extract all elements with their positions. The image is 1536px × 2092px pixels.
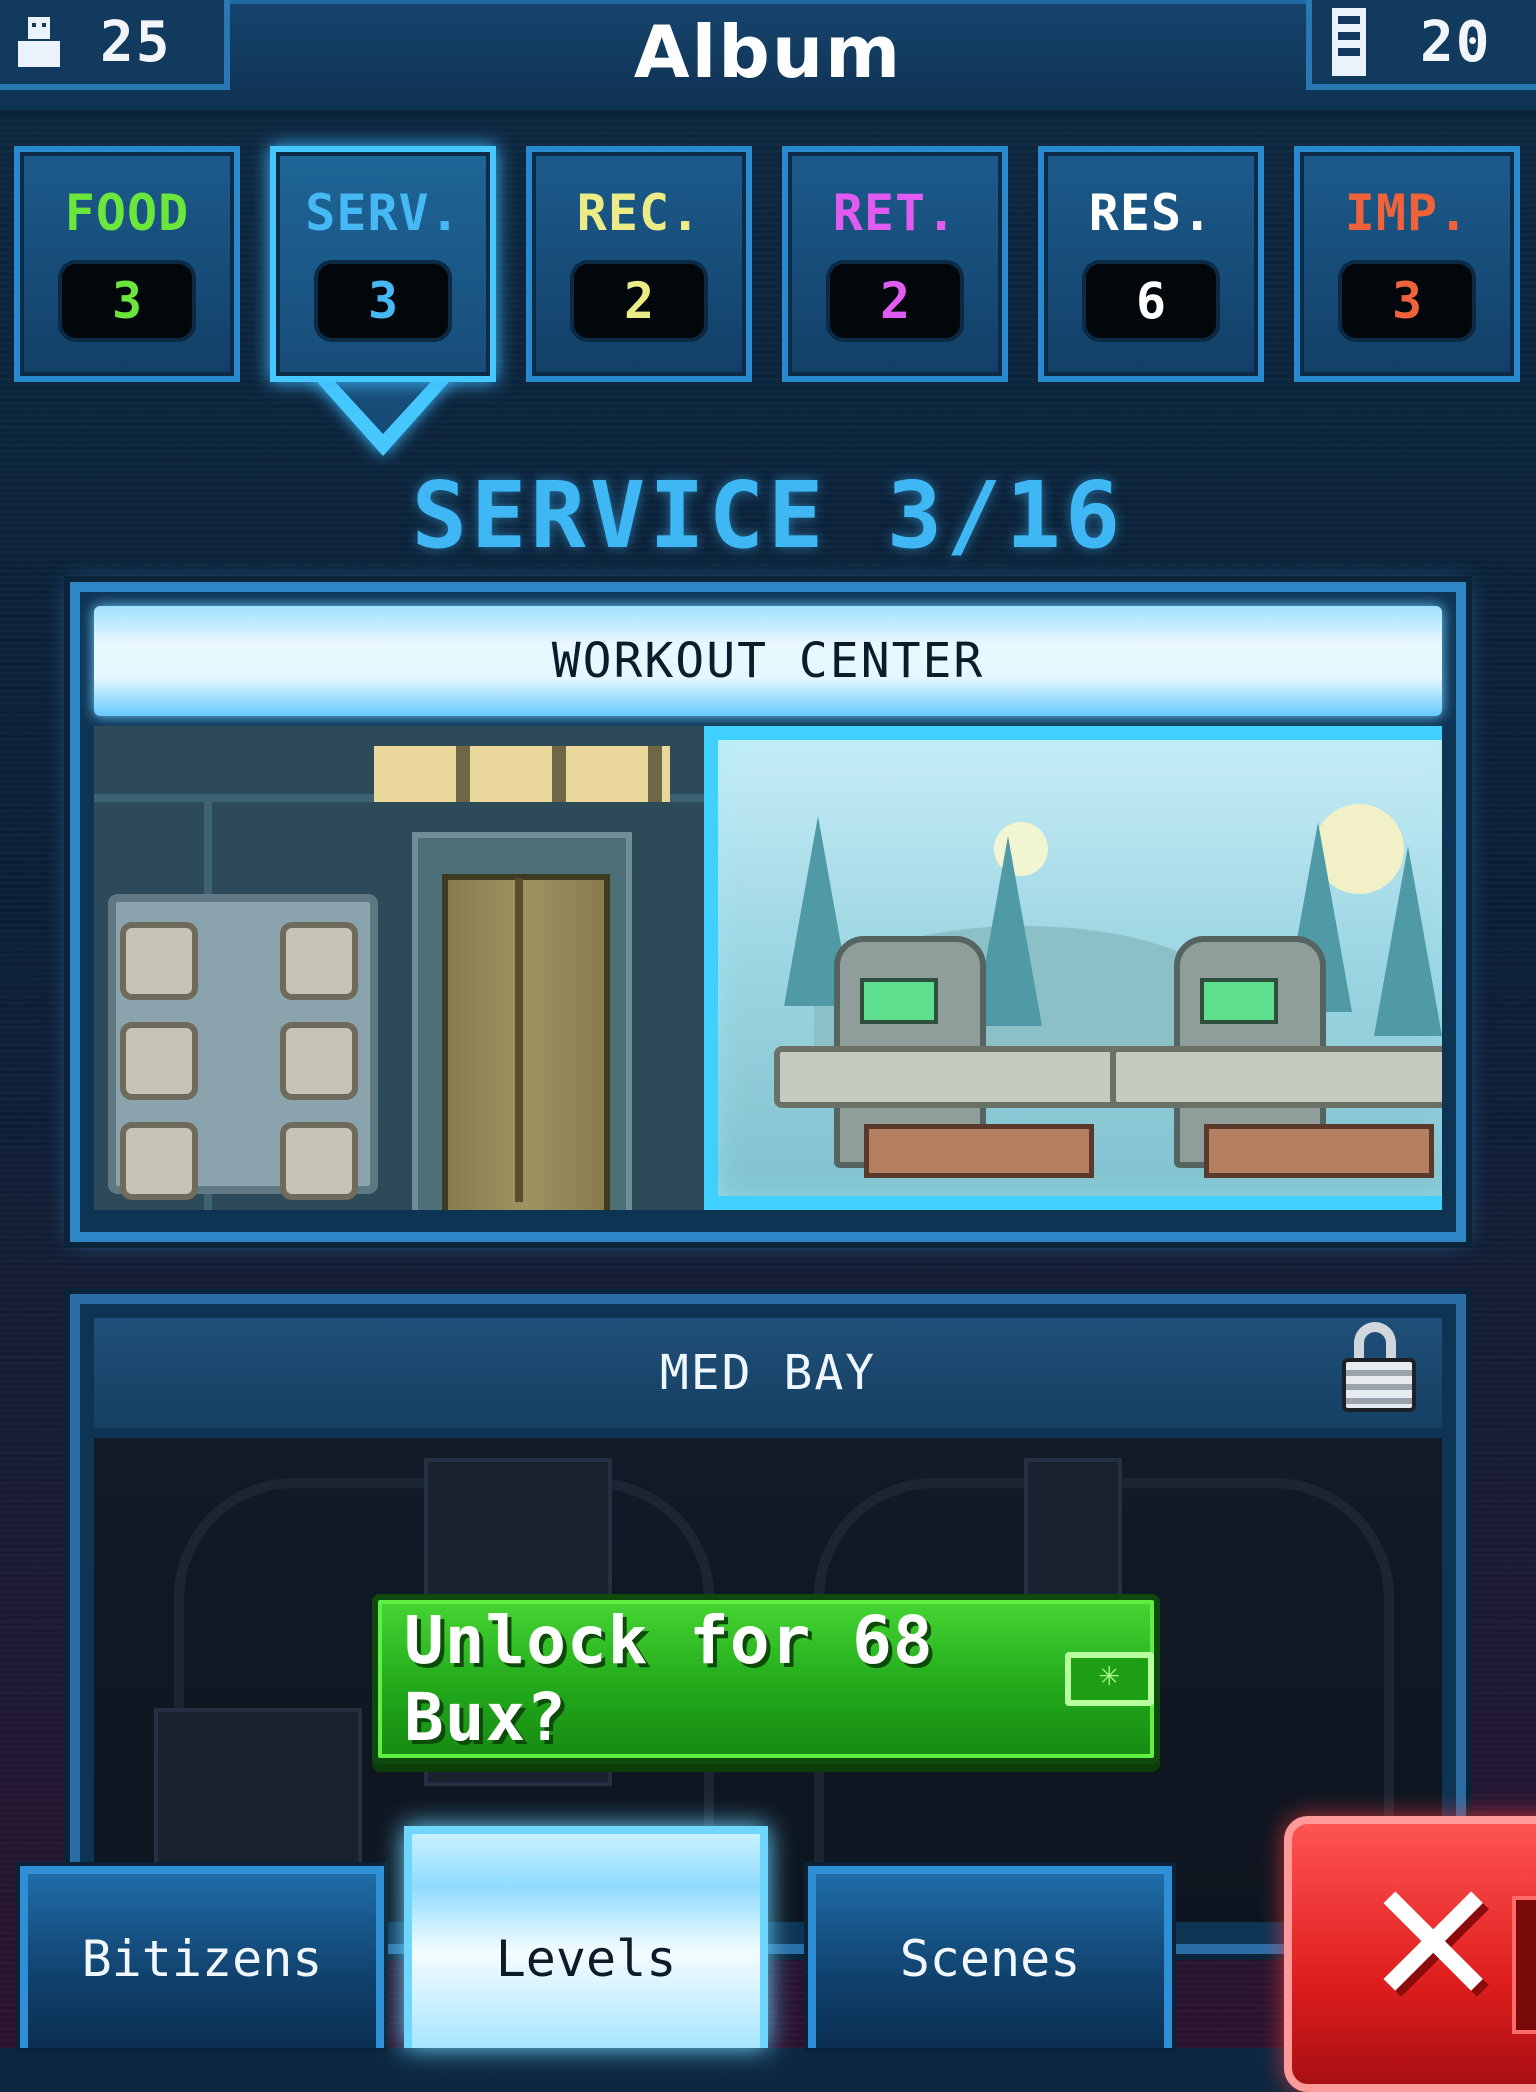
tab-retail[interactable]: RET. 2: [782, 146, 1008, 386]
tab-label: RES.: [1088, 184, 1214, 242]
elevator-door-seam: [515, 878, 523, 1202]
room-card-workout-center[interactable]: WORKOUT CENTER: [70, 582, 1466, 1242]
unlock-label: Unlock for 68 Bux?: [404, 1602, 934, 1756]
pine-tree: [1374, 846, 1442, 1036]
elevator-door: [442, 874, 610, 1210]
tab-count: 2: [574, 264, 704, 338]
ceiling-lights: [374, 746, 670, 802]
tab-residential[interactable]: RES. 6: [1038, 146, 1264, 386]
tab-count: 3: [62, 264, 192, 338]
weight-plate: [280, 1022, 358, 1100]
unlock-button[interactable]: Unlock for 68 Bux?: [372, 1594, 1160, 1764]
tab-scenes[interactable]: Scenes: [808, 1866, 1172, 2048]
floor-counter: 20: [1306, 0, 1536, 90]
active-tab-pointer-inner: [328, 374, 438, 434]
tab-food[interactable]: FOOD 3: [14, 146, 240, 386]
tab-service[interactable]: SERV. 3: [270, 146, 496, 456]
tab-label: RET.: [832, 184, 958, 242]
floor-count: 20: [1420, 9, 1492, 75]
tab-count: 2: [830, 264, 960, 338]
weight-plate: [280, 1122, 358, 1200]
top-bar: 25 Album 20: [0, 0, 1536, 116]
room-scene-workout: [94, 726, 1442, 1210]
tab-label: FOOD: [64, 184, 190, 242]
tab-count: 3: [1342, 264, 1472, 338]
weight-plate: [120, 922, 198, 1000]
close-button-stripe: [1512, 1896, 1536, 2034]
dumbbell: [1110, 1046, 1442, 1108]
category-tabs: FOOD 3 SERV. 3 REC. 2 RET. 2 RES. 6 IMP.…: [14, 146, 1524, 456]
dumbbell: [774, 1046, 1126, 1108]
tab-imperial[interactable]: IMP. 3: [1294, 146, 1520, 386]
building-icon: [1332, 8, 1366, 76]
tab-count: 6: [1086, 264, 1216, 338]
robot-visor: [1200, 978, 1278, 1024]
room-title: MED BAY: [94, 1318, 1442, 1428]
close-icon: ✕: [1362, 1846, 1505, 2044]
robot-visor: [860, 978, 938, 1024]
lock-icon: [1342, 1322, 1416, 1412]
bench: [1204, 1124, 1434, 1178]
bench: [864, 1124, 1094, 1178]
tab-label: SERV.: [305, 184, 461, 242]
lock-body: [1342, 1358, 1416, 1412]
tab-label: REC.: [576, 184, 702, 242]
tab-bitizens[interactable]: Bitizens: [20, 1866, 384, 2048]
tab-count: 3: [318, 264, 448, 338]
close-button[interactable]: ✕: [1284, 1816, 1536, 2092]
tab-levels[interactable]: Levels: [404, 1826, 768, 2048]
weight-plate: [120, 1122, 198, 1200]
bux-icon: [1064, 1652, 1154, 1706]
section-heading: SERVICE 3/16: [411, 462, 1125, 569]
weight-plate: [120, 1022, 198, 1100]
tab-recreation[interactable]: REC. 2: [526, 146, 752, 386]
tab-label: IMP.: [1344, 184, 1470, 242]
weight-plate: [280, 922, 358, 1000]
room-title: WORKOUT CENTER: [94, 606, 1442, 716]
